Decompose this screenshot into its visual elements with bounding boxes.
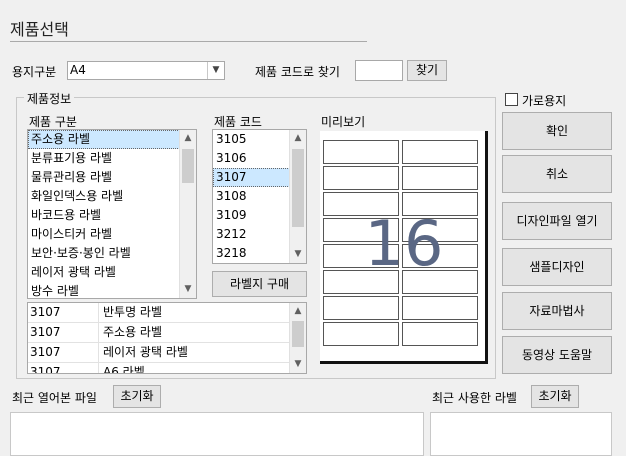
- code-scrollbar[interactable]: ▲ ▼: [289, 130, 306, 263]
- scroll-up-icon[interactable]: ▲: [180, 130, 196, 147]
- open-design-button[interactable]: 디자인파일 열기: [502, 202, 612, 240]
- landscape-label[interactable]: 가로용지: [522, 92, 566, 109]
- category-scrollbar[interactable]: ▲ ▼: [179, 130, 196, 298]
- results-grid[interactable]: 3107 반투명 라벨 3107 주소용 라벨 3107 레이저 광택 라벨 3…: [27, 302, 307, 374]
- recent-files-label: 최근 열어본 파일: [12, 391, 97, 405]
- video-help-button[interactable]: 동영상 도움말: [502, 336, 612, 374]
- recent-files-list[interactable]: [10, 412, 424, 456]
- dialog-title: 제품선택: [10, 20, 69, 39]
- list-item[interactable]: 레이저 광택 라벨: [28, 263, 196, 282]
- landscape-checkbox[interactable]: [505, 93, 518, 106]
- recent-files-reset-button[interactable]: 초기화: [113, 385, 161, 408]
- paper-type-select[interactable]: A4 ▼: [67, 61, 225, 80]
- code-list[interactable]: 3105 3106 3107 3108 3109 3212 3218 ▲ ▼: [212, 129, 307, 264]
- sample-design-button[interactable]: 샘플디자인: [502, 248, 612, 286]
- scroll-thumb[interactable]: [182, 149, 194, 183]
- results-scrollbar[interactable]: ▲ ▼: [289, 303, 306, 373]
- cancel-button[interactable]: 취소: [502, 155, 612, 193]
- category-header: 제품 구분: [29, 115, 77, 129]
- buy-label-button[interactable]: 라벨지 구매: [212, 271, 307, 297]
- code-search-input[interactable]: [355, 60, 403, 81]
- table-row[interactable]: 3107 반투명 라벨: [28, 303, 290, 323]
- table-row[interactable]: 3107 A6 라벨: [28, 363, 290, 373]
- code-search-label: 제품 코드로 찾기: [255, 65, 340, 79]
- table-row[interactable]: 3107 주소용 라벨: [28, 323, 290, 343]
- recent-labels-list[interactable]: [430, 412, 612, 456]
- list-item[interactable]: 마이스티커 라벨: [28, 225, 196, 244]
- recent-labels-reset-button[interactable]: 초기화: [531, 385, 579, 408]
- chevron-down-icon[interactable]: ▼: [207, 62, 224, 79]
- scroll-down-icon[interactable]: ▼: [290, 356, 306, 373]
- data-wizard-button[interactable]: 자료마법사: [502, 292, 612, 330]
- list-item[interactable]: 화일인덱스용 라벨: [28, 187, 196, 206]
- paper-type-value: A4: [70, 63, 86, 77]
- scroll-up-icon[interactable]: ▲: [290, 130, 306, 147]
- recent-labels-label: 최근 사용한 라벨: [432, 391, 517, 405]
- list-item[interactable]: 방수 라벨: [28, 282, 196, 298]
- title-divider: [10, 41, 367, 42]
- scroll-thumb[interactable]: [292, 321, 304, 347]
- list-item[interactable]: 주소용 라벨: [28, 130, 196, 149]
- scroll-down-icon[interactable]: ▼: [290, 246, 306, 263]
- find-button[interactable]: 찾기: [407, 60, 447, 81]
- ok-button[interactable]: 확인: [502, 112, 612, 150]
- scroll-thumb[interactable]: [292, 149, 304, 227]
- list-item[interactable]: 보안·보증·봉인 라벨: [28, 244, 196, 263]
- list-item[interactable]: 물류관리용 라벨: [28, 168, 196, 187]
- table-row[interactable]: 3107 레이저 광택 라벨: [28, 343, 290, 363]
- scroll-up-icon[interactable]: ▲: [290, 303, 306, 320]
- preview-count: 16: [364, 207, 444, 280]
- product-info-title: 제품정보: [24, 90, 75, 107]
- code-header: 제품 코드: [214, 115, 262, 129]
- list-item[interactable]: 바코드용 라벨: [28, 206, 196, 225]
- scroll-down-icon[interactable]: ▼: [180, 281, 196, 298]
- label-preview: 16: [320, 131, 488, 364]
- preview-header: 미리보기: [321, 115, 366, 129]
- paper-type-label: 용지구분: [12, 65, 57, 79]
- list-item[interactable]: 분류표기용 라벨: [28, 149, 196, 168]
- category-list[interactable]: 주소용 라벨 분류표기용 라벨 물류관리용 라벨 화일인덱스용 라벨 바코드용 …: [27, 129, 197, 299]
